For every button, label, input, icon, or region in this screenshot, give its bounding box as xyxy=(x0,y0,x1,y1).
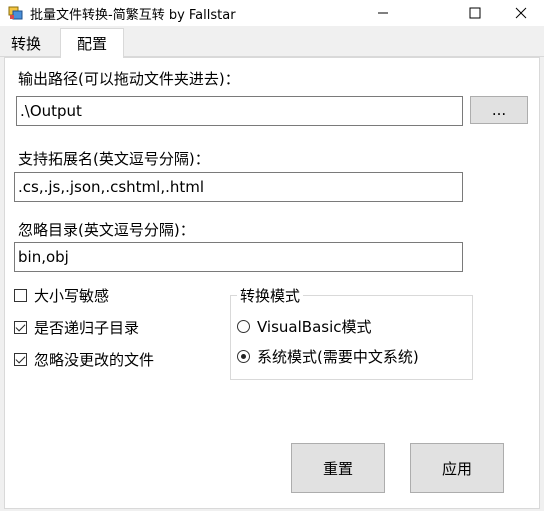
radio-on-icon xyxy=(237,350,250,363)
maximize-icon xyxy=(469,4,481,23)
maximize-button[interactable] xyxy=(452,0,498,26)
case-sensitive-label: 大小写敏感 xyxy=(34,287,110,305)
mode-group-title: 转换模式 xyxy=(237,285,304,306)
case-sensitive-checkbox[interactable]: 大小写敏感 xyxy=(14,285,109,306)
mode-system-radio[interactable]: 系统模式(需要中文系统) xyxy=(237,346,419,367)
ignore-unchanged-checkbox[interactable]: 忽略没更改的文件 xyxy=(14,349,154,370)
mode-visualbasic-label: VisualBasic模式 xyxy=(257,318,372,336)
extensions-input[interactable]: .cs,.js,.json,.cshtml,.html xyxy=(14,172,463,202)
close-icon xyxy=(515,4,527,23)
reset-button[interactable]: 重置 xyxy=(291,443,385,493)
title-bar: 批量文件转换-简繁互转 by Fallstar xyxy=(0,0,544,26)
recursive-label: 是否递归子目录 xyxy=(34,319,140,337)
extensions-label: 支持拓展名(英文逗号分隔)： xyxy=(18,150,210,168)
ignore-dirs-input[interactable]: bin,obj xyxy=(14,242,463,272)
close-button[interactable] xyxy=(498,0,544,26)
mode-system-label: 系统模式(需要中文系统) xyxy=(257,348,419,366)
tab-config[interactable]: 配置 xyxy=(60,28,124,58)
ignore-unchanged-label: 忽略没更改的文件 xyxy=(34,351,155,369)
minimize-button[interactable] xyxy=(360,0,406,26)
window-title: 批量文件转换-简繁互转 by Fallstar xyxy=(30,8,236,23)
tab-convert[interactable]: 转换 xyxy=(0,32,52,56)
ignore-dirs-label: 忽略目录(英文逗号分隔)： xyxy=(18,221,195,239)
checkbox-checked-icon xyxy=(14,321,27,334)
app-icon xyxy=(8,5,24,21)
minimize-icon xyxy=(377,4,389,23)
output-path-label: 输出路径(可以拖动文件夹进去)： xyxy=(18,70,240,88)
radio-off-icon xyxy=(237,320,250,333)
mode-visualbasic-radio[interactable]: VisualBasic模式 xyxy=(237,316,372,337)
mode-groupbox xyxy=(230,295,473,380)
apply-button[interactable]: 应用 xyxy=(410,443,504,493)
checkbox-checked-icon xyxy=(14,353,27,366)
output-path-input[interactable]: .\Output xyxy=(16,96,463,126)
checkbox-unchecked-icon xyxy=(14,289,27,302)
browse-button[interactable]: ... xyxy=(470,96,528,124)
recursive-checkbox[interactable]: 是否递归子目录 xyxy=(14,317,139,338)
